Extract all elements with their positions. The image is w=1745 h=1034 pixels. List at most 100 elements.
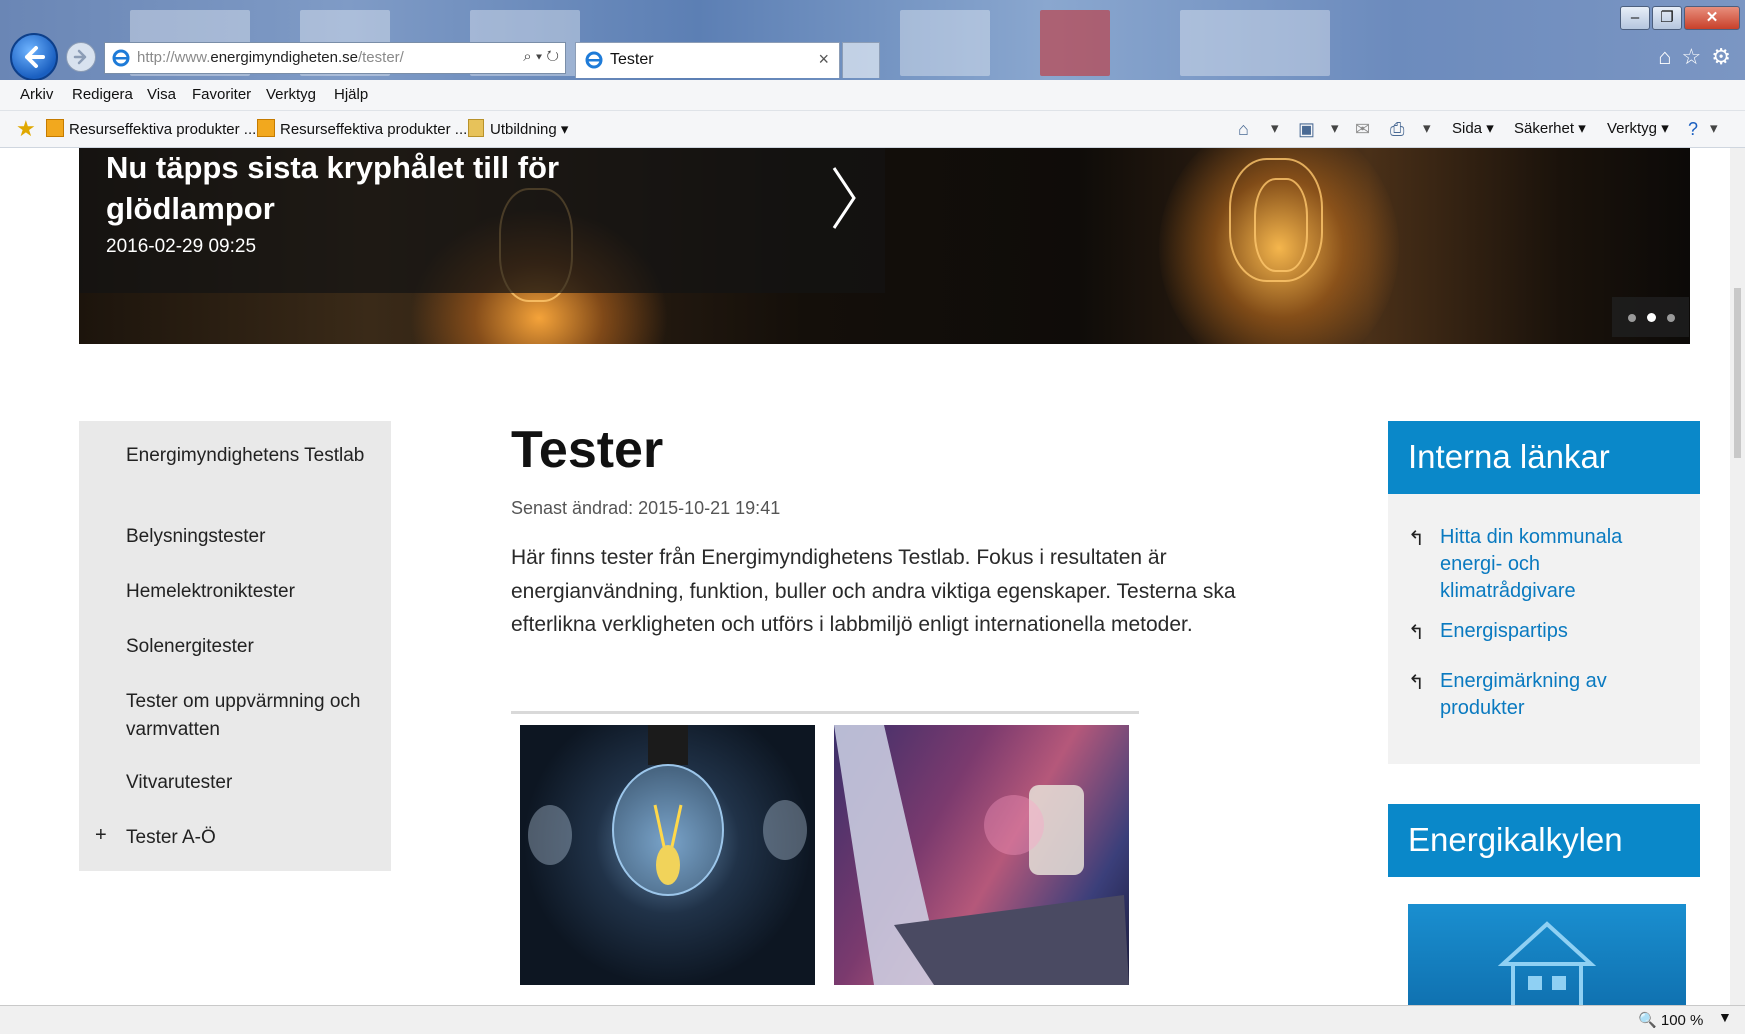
- page-title: Tester: [511, 421, 664, 479]
- link-energimarkning[interactable]: Energimärkning av produkter: [1440, 668, 1670, 722]
- carousel-dots: [1612, 297, 1689, 337]
- browser-toolbar-icons: ⌂☆⚙: [1658, 44, 1741, 70]
- last-modified: Senast ändrad: 2015-10-21 19:41: [511, 498, 781, 518]
- energikalkylen-image[interactable]: [1408, 904, 1686, 1005]
- maximize-icon: ❐: [1660, 9, 1674, 26]
- nav-item-hemelektroniktester[interactable]: Hemelektroniktester: [126, 578, 376, 606]
- scrollbar-thumb[interactable]: [1734, 288, 1741, 458]
- energikalkylen-title[interactable]: Energikalkylen: [1408, 821, 1623, 859]
- site-icon: [257, 119, 275, 137]
- close-window-button[interactable]: ✕: [1684, 6, 1740, 30]
- carousel-dot-1[interactable]: [1628, 314, 1636, 322]
- energikalkylen-header: Energikalkylen: [1388, 804, 1700, 877]
- nav-item-vitvarutester[interactable]: Vitvarutester: [126, 769, 376, 797]
- vertical-scrollbar[interactable]: [1730, 148, 1745, 1005]
- favorite-link-1[interactable]: Resurseffektiva produkter ...: [46, 119, 256, 138]
- lightbulb-image[interactable]: [520, 725, 815, 985]
- chevron-right-icon[interactable]: [824, 158, 864, 248]
- dropdown-icon[interactable]: ▾: [536, 48, 542, 65]
- dropdown-icon[interactable]: ▾: [1423, 119, 1431, 137]
- new-tab-button[interactable]: [842, 42, 880, 78]
- nav-item-belysningstester[interactable]: Belysningstester: [126, 523, 376, 551]
- address-tools: ⌕ ▾ ↻: [523, 48, 559, 65]
- nav-item-uppvarmning[interactable]: Tester om uppvärmning och varmvatten: [126, 688, 376, 744]
- menu-item-visa[interactable]: Visa: [147, 86, 176, 103]
- forward-button[interactable]: [66, 42, 96, 72]
- lightbulb-illustration: [528, 725, 807, 896]
- minimize-icon: –: [1630, 9, 1640, 26]
- ie-logo-icon: [585, 51, 603, 69]
- browser-titlebar: http://www.energimyndigheten.se/tester/ …: [0, 0, 1745, 81]
- status-bar: 🔍 100 % ▼: [0, 1005, 1745, 1034]
- address-bar[interactable]: http://www.energimyndigheten.se/tester/ …: [104, 42, 566, 74]
- mail-icon[interactable]: ✉: [1355, 119, 1377, 139]
- search-icon[interactable]: ⌕: [523, 48, 531, 65]
- command-sakerhet[interactable]: Säkerhet ▾: [1514, 119, 1586, 137]
- section-navigation: Energimyndighetens Testlab Belysningstes…: [79, 421, 391, 871]
- close-icon: ✕: [1705, 9, 1719, 26]
- background-decoration: [900, 10, 990, 76]
- menu-item-redigera[interactable]: Redigera: [72, 86, 133, 103]
- site-icon: [46, 119, 64, 137]
- help-icon[interactable]: ?: [1688, 119, 1710, 139]
- house-icon: [1497, 921, 1597, 1005]
- favorites-star-icon[interactable]: ★: [16, 118, 36, 140]
- tab-title: Tester: [610, 51, 654, 68]
- link-arrow-icon: ↰: [1408, 672, 1425, 694]
- rss-icon[interactable]: ▣: [1298, 119, 1320, 139]
- nav-item-testlab[interactable]: Energimyndighetens Testlab: [126, 442, 376, 470]
- intro-text: Här finns tester från Energimyndighetens…: [511, 546, 1236, 636]
- minimize-button[interactable]: –: [1620, 6, 1650, 30]
- internal-links-header: Interna länkar: [1388, 421, 1700, 494]
- page-viewport: Nu täpps sista kryphålet till för glödla…: [10, 148, 1735, 1005]
- menu-item-favoriter[interactable]: Favoriter: [192, 86, 251, 103]
- zoom-level[interactable]: 🔍 100 %: [1638, 1011, 1703, 1029]
- menu-bar: Arkiv Redigera Visa Favoriter Verktyg Hj…: [0, 80, 1745, 111]
- favorite-link-2[interactable]: Resurseffektiva produkter ...: [257, 119, 467, 138]
- folder-icon: [468, 119, 484, 137]
- tab-tester[interactable]: Tester ×: [575, 42, 840, 78]
- dropdown-icon[interactable]: ▾: [1331, 119, 1339, 137]
- divider: [511, 711, 1139, 714]
- dropdown-icon[interactable]: ▾: [1271, 119, 1279, 137]
- home-icon[interactable]: ⌂: [1238, 119, 1260, 139]
- hero-title[interactable]: Nu täpps sista kryphålet till för glödla…: [106, 148, 666, 229]
- carousel-dot-3[interactable]: [1667, 314, 1675, 322]
- favorites-bar: ★ Resurseffektiva produkter ... Resursef…: [0, 111, 1745, 148]
- ie-logo-icon: [112, 49, 130, 67]
- command-verktyg[interactable]: Verktyg ▾: [1607, 119, 1669, 137]
- back-button[interactable]: [10, 33, 58, 81]
- menu-item-arkiv[interactable]: Arkiv: [20, 86, 53, 103]
- hero-date: 2016-02-29 09:25: [106, 236, 257, 257]
- link-arrow-icon: ↰: [1408, 622, 1425, 644]
- zoom-dropdown-icon[interactable]: ▼: [1718, 1009, 1732, 1025]
- nav-item-tester-a-o[interactable]: Tester A-Ö: [126, 824, 376, 852]
- internal-links-title: Interna länkar: [1408, 438, 1610, 475]
- star-icon[interactable]: ☆: [1682, 44, 1712, 69]
- address-url: http://www.energimyndigheten.se/tester/: [137, 49, 404, 66]
- laptop-illustration: [834, 725, 1129, 985]
- print-icon[interactable]: ⎙: [1390, 119, 1412, 139]
- expand-icon[interactable]: +: [95, 824, 107, 847]
- close-tab-icon[interactable]: ×: [818, 49, 829, 70]
- favorite-folder-utbildning[interactable]: Utbildning ▾: [468, 119, 568, 138]
- background-decoration: [1040, 10, 1110, 76]
- filament: [1254, 178, 1308, 272]
- menu-item-hjalp[interactable]: Hjälp: [334, 86, 368, 103]
- gear-icon[interactable]: ⚙: [1711, 44, 1741, 69]
- internal-links-panel: ↰ Hitta din kommunala energi- och klimat…: [1388, 494, 1700, 764]
- laptop-image[interactable]: [834, 725, 1129, 985]
- hero-carousel[interactable]: Nu täpps sista kryphålet till för glödla…: [79, 148, 1690, 344]
- background-decoration: [1180, 10, 1330, 76]
- refresh-icon[interactable]: ↻: [546, 48, 559, 65]
- link-kommunal-radgivare[interactable]: Hitta din kommunala energi- och klimatrå…: [1440, 524, 1670, 605]
- maximize-button[interactable]: ❐: [1652, 6, 1682, 30]
- home-icon[interactable]: ⌂: [1658, 44, 1681, 69]
- link-energispartips[interactable]: Energispartips: [1440, 618, 1670, 645]
- command-sida[interactable]: Sida ▾: [1452, 119, 1494, 137]
- carousel-dot-2[interactable]: [1647, 313, 1656, 322]
- dropdown-icon[interactable]: ▾: [1710, 119, 1718, 137]
- nav-item-solenergitester[interactable]: Solenergitester: [126, 633, 376, 661]
- zoom-icon: 🔍: [1638, 1012, 1657, 1029]
- menu-item-verktyg[interactable]: Verktyg: [266, 86, 316, 103]
